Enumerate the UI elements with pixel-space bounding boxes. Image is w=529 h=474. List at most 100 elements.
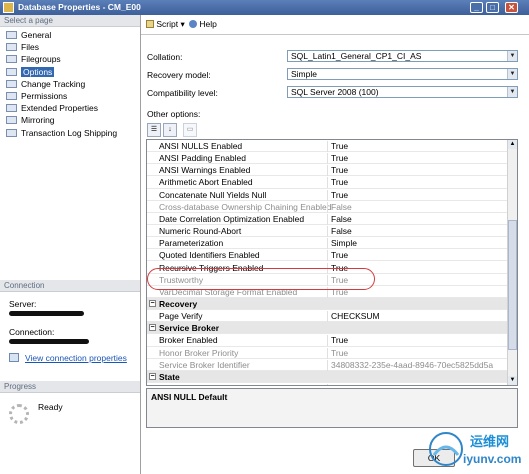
grid-category[interactable]: − Service Broker xyxy=(147,322,508,335)
sidebar-item-change-tracking[interactable]: Change Tracking xyxy=(0,78,140,90)
collapse-icon[interactable]: − xyxy=(149,299,156,307)
compatibility-level-combobox[interactable]: SQL Server 2008 (100) ▼ xyxy=(287,86,518,98)
property-name: Concatenate Null Yields Null xyxy=(159,189,267,200)
property-value[interactable]: True xyxy=(327,165,348,177)
grid-row[interactable]: Broker Enabled True xyxy=(147,334,508,347)
property-name: Cross-database Ownership Chaining Enable… xyxy=(159,201,332,212)
trustworthy-highlight-ellipse xyxy=(147,268,375,290)
property-name: Database Read-Only xyxy=(159,384,238,385)
sidebar-item-label: General xyxy=(21,30,52,40)
property-name: Service Broker xyxy=(159,323,220,334)
sort-alphabetical-icon[interactable]: ↓ xyxy=(163,123,177,137)
grid-row[interactable]: Date Correlation Optimization Enabled Fal… xyxy=(147,213,508,226)
property-value[interactable]: True xyxy=(327,153,348,165)
scroll-thumb[interactable] xyxy=(508,220,517,350)
view-connection-properties-link[interactable]: View connection properties xyxy=(25,353,127,363)
grid-row[interactable]: Service Broker Identifier 34808332-235e-4… xyxy=(147,359,508,371)
sidebar-item-general[interactable]: General xyxy=(0,29,140,41)
sidebar-item-label: Transaction Log Shipping xyxy=(21,127,118,138)
grid-category[interactable]: − Recovery xyxy=(147,297,508,311)
sidebar-item-label: Files xyxy=(21,42,39,53)
sidebar-item-label: Extended Properties xyxy=(21,103,99,114)
property-name: Numeric Round-Abort xyxy=(159,226,242,237)
sidebar-item-filegroups[interactable]: Filegroups xyxy=(0,53,140,65)
scroll-up-icon[interactable]: ▲ xyxy=(508,140,517,149)
grid-row[interactable]: ANSI Warnings Enabled True xyxy=(147,164,508,177)
grid-row[interactable]: Honor Broker Priority True xyxy=(147,347,508,359)
close-button[interactable]: ✕ xyxy=(505,2,518,13)
sidebar-item-mirroring[interactable]: Mirroring xyxy=(0,114,140,126)
property-value[interactable]: True xyxy=(327,141,348,152)
help-button[interactable]: Help xyxy=(189,19,217,29)
scroll-down-icon[interactable]: ▼ xyxy=(508,376,517,385)
property-name: Recovery xyxy=(159,298,198,309)
script-icon xyxy=(146,20,154,28)
description-title: ANSI NULL Default xyxy=(151,392,228,402)
collapse-icon[interactable]: − xyxy=(149,372,156,380)
grid-row[interactable]: Quoted Identifiers Enabled True xyxy=(147,249,508,262)
minimize-button[interactable]: _ xyxy=(470,2,483,13)
sidebar-item-extended-properties[interactable]: Extended Properties xyxy=(0,102,140,114)
property-grid[interactable]: ANSI NULLS Enabled True ANSI Padding Enabl… xyxy=(146,139,518,386)
connection-label: Connection: xyxy=(9,327,55,337)
property-value[interactable]: True xyxy=(327,335,348,347)
recovery-model-label: Recovery model: xyxy=(147,70,211,80)
chevron-down-icon[interactable]: ▼ xyxy=(507,69,517,79)
grid-row[interactable]: Cross-database Ownership Chaining Enable… xyxy=(147,201,508,213)
toolbar: Script ▾ Help xyxy=(141,15,529,35)
grid-row[interactable]: Page Verify CHECKSUM xyxy=(147,310,508,323)
description-panel: ANSI NULL Default xyxy=(146,388,518,428)
maximize-button[interactable]: □ xyxy=(486,2,499,13)
categorized-view-icon[interactable]: ☰ xyxy=(147,123,161,137)
property-name: Parameterization xyxy=(159,238,224,249)
property-name: Service Broker Identifier xyxy=(159,359,250,370)
window-titlebar[interactable]: Database Properties - CM_E00 _ □ ✕ xyxy=(0,0,529,15)
property-value[interactable]: 34808332-235e-4aad-8946-70ec5825dd5a xyxy=(327,359,493,371)
property-name: Broker Enabled xyxy=(159,335,218,346)
sidebar-item-label: Permissions xyxy=(21,90,68,101)
grid-row[interactable]: Concatenate Null Yields Null True xyxy=(147,189,508,201)
grid-category[interactable]: − State xyxy=(147,370,508,383)
page-icon xyxy=(6,91,17,100)
property-name: Arithmetic Abort Enabled xyxy=(159,177,253,188)
property-value[interactable]: False xyxy=(327,384,352,385)
property-value[interactable]: False xyxy=(327,201,352,213)
recovery-model-combobox[interactable]: Simple ▼ xyxy=(287,68,518,80)
property-name: Page Verify xyxy=(159,311,203,322)
collation-combobox[interactable]: SQL_Latin1_General_CP1_CI_AS ▼ xyxy=(287,50,518,62)
property-value[interactable]: False xyxy=(327,226,352,238)
grid-row[interactable]: Parameterization Simple xyxy=(147,237,508,250)
sidebar-item-permissions[interactable]: Permissions xyxy=(0,90,140,102)
sidebar-item-options[interactable]: Options xyxy=(0,66,140,78)
help-label: Help xyxy=(199,19,217,29)
recovery-model-value: Simple xyxy=(291,69,317,79)
property-value[interactable]: True xyxy=(327,250,348,262)
property-pages-icon[interactable]: ▭ xyxy=(183,123,197,137)
sidebar-item-transaction-log-shipping[interactable]: Transaction Log Shipping xyxy=(0,127,140,139)
property-value[interactable]: True xyxy=(327,189,348,201)
property-name: Date Correlation Optimization Enabled xyxy=(159,213,305,224)
property-value[interactable]: True xyxy=(327,177,348,189)
sidebar-item-files[interactable]: Files xyxy=(0,41,140,53)
property-value[interactable]: Simple xyxy=(327,238,357,250)
grid-scrollbar[interactable]: ▲ ▼ xyxy=(507,140,517,385)
grid-row[interactable]: Database Read-Only False xyxy=(147,383,508,385)
grid-row[interactable]: ANSI NULLS Enabled True xyxy=(147,140,508,153)
page-icon xyxy=(6,104,17,113)
script-button[interactable]: Script ▾ xyxy=(146,19,185,30)
grid-row[interactable]: Numeric Round-Abort False xyxy=(147,225,508,238)
collation-value: SQL_Latin1_General_CP1_CI_AS xyxy=(291,51,422,61)
grid-row[interactable]: Arithmetic Abort Enabled True xyxy=(147,176,508,189)
chevron-down-icon[interactable]: ▼ xyxy=(507,51,517,61)
chevron-down-icon[interactable]: ▼ xyxy=(507,87,517,97)
server-label: Server: xyxy=(9,299,37,309)
property-value[interactable]: False xyxy=(327,213,352,225)
property-value[interactable]: True xyxy=(327,347,348,359)
collapse-icon[interactable]: − xyxy=(149,324,156,332)
compatibility-level-value: SQL Server 2008 (100) xyxy=(291,87,379,97)
property-value[interactable]: CHECKSUM xyxy=(327,311,380,323)
property-name: ANSI Warnings Enabled xyxy=(159,165,251,176)
property-name: Honor Broker Priority xyxy=(159,347,239,358)
page-icon xyxy=(6,43,17,52)
grid-row[interactable]: ANSI Padding Enabled True xyxy=(147,152,508,165)
